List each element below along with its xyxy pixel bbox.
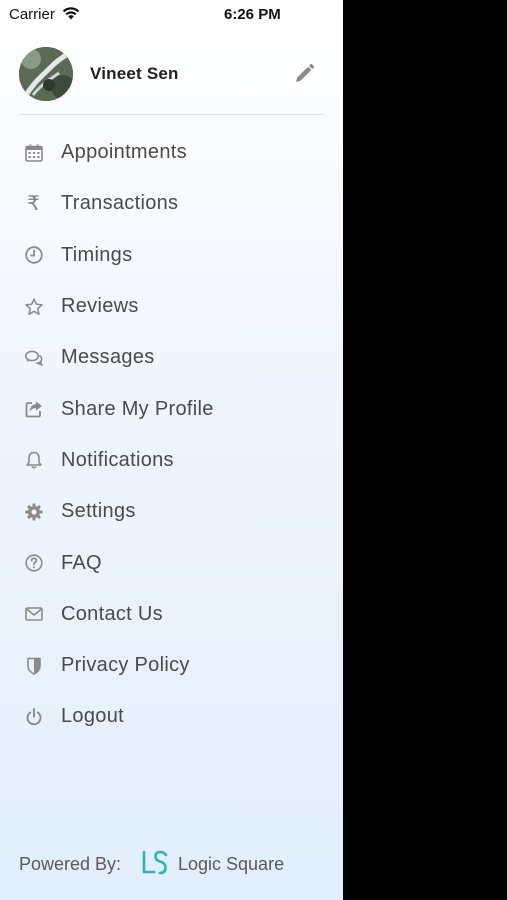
menu-label-appointments: Appointments [61,141,187,164]
clock-icon [23,245,44,266]
rupee-icon: ₹ [27,192,40,215]
profile-divider [19,114,324,115]
menu-item-logout[interactable]: Logout [0,691,343,742]
avatar[interactable] [19,47,73,101]
status-time: 6:26 PM [224,6,281,23]
menu-item-transactions[interactable]: ₹ Transactions [0,178,343,229]
menu-item-share-my-profile[interactable]: Share My Profile [0,383,343,434]
drawer-scrim-overlay[interactable] [343,0,507,900]
menu-label-logout: Logout [61,705,124,728]
drawer-menu: Appointments ₹ Transactions Timings Revi… [0,127,343,743]
menu-label-reviews: Reviews [61,295,139,318]
wifi-icon [61,5,81,21]
menu-label-contact-us: Contact Us [61,602,163,625]
menu-label-share-my-profile: Share My Profile [61,397,214,420]
calendar-icon [23,142,44,163]
shield-icon [23,655,44,676]
question-circle-icon [23,553,44,574]
logic-square-logo-icon [141,850,169,876]
chat-bubbles-icon [23,347,44,368]
envelope-icon [23,604,44,625]
status-bar: Carrier 6:26 PM [0,0,343,28]
menu-item-settings[interactable]: Settings [0,486,343,537]
menu-item-appointments[interactable]: Appointments [0,127,343,178]
menu-label-messages: Messages [61,346,155,369]
profile-name: Vineet Sen [90,64,179,83]
menu-item-privacy-policy[interactable]: Privacy Policy [0,640,343,691]
menu-label-privacy-policy: Privacy Policy [61,654,190,677]
menu-item-timings[interactable]: Timings [0,230,343,281]
menu-item-reviews[interactable]: Reviews [0,281,343,332]
profile-header[interactable]: Vineet Sen [0,44,343,106]
powered-by-footer: Powered By: Logic Square [19,848,319,880]
star-icon [23,296,44,317]
logic-square-brand: Logic Square [178,854,285,874]
menu-item-notifications[interactable]: Notifications [0,435,343,486]
navigation-drawer: Carrier 6:26 PM Vineet Sen Appointments … [0,0,343,900]
menu-label-settings: Settings [61,500,136,523]
menu-label-notifications: Notifications [61,448,174,471]
menu-label-timings: Timings [61,243,133,266]
bell-icon [23,450,44,471]
menu-item-contact-us[interactable]: Contact Us [0,589,343,640]
carrier-label: Carrier [9,6,55,23]
menu-item-messages[interactable]: Messages [0,332,343,383]
menu-item-faq[interactable]: FAQ [0,537,343,588]
menu-label-faq: FAQ [61,551,102,574]
power-icon [23,706,44,727]
pencil-icon[interactable] [293,63,315,85]
menu-label-transactions: Transactions [61,192,179,215]
share-icon [23,399,44,420]
powered-by-label: Powered By: [19,854,122,874]
gear-icon [23,501,44,522]
